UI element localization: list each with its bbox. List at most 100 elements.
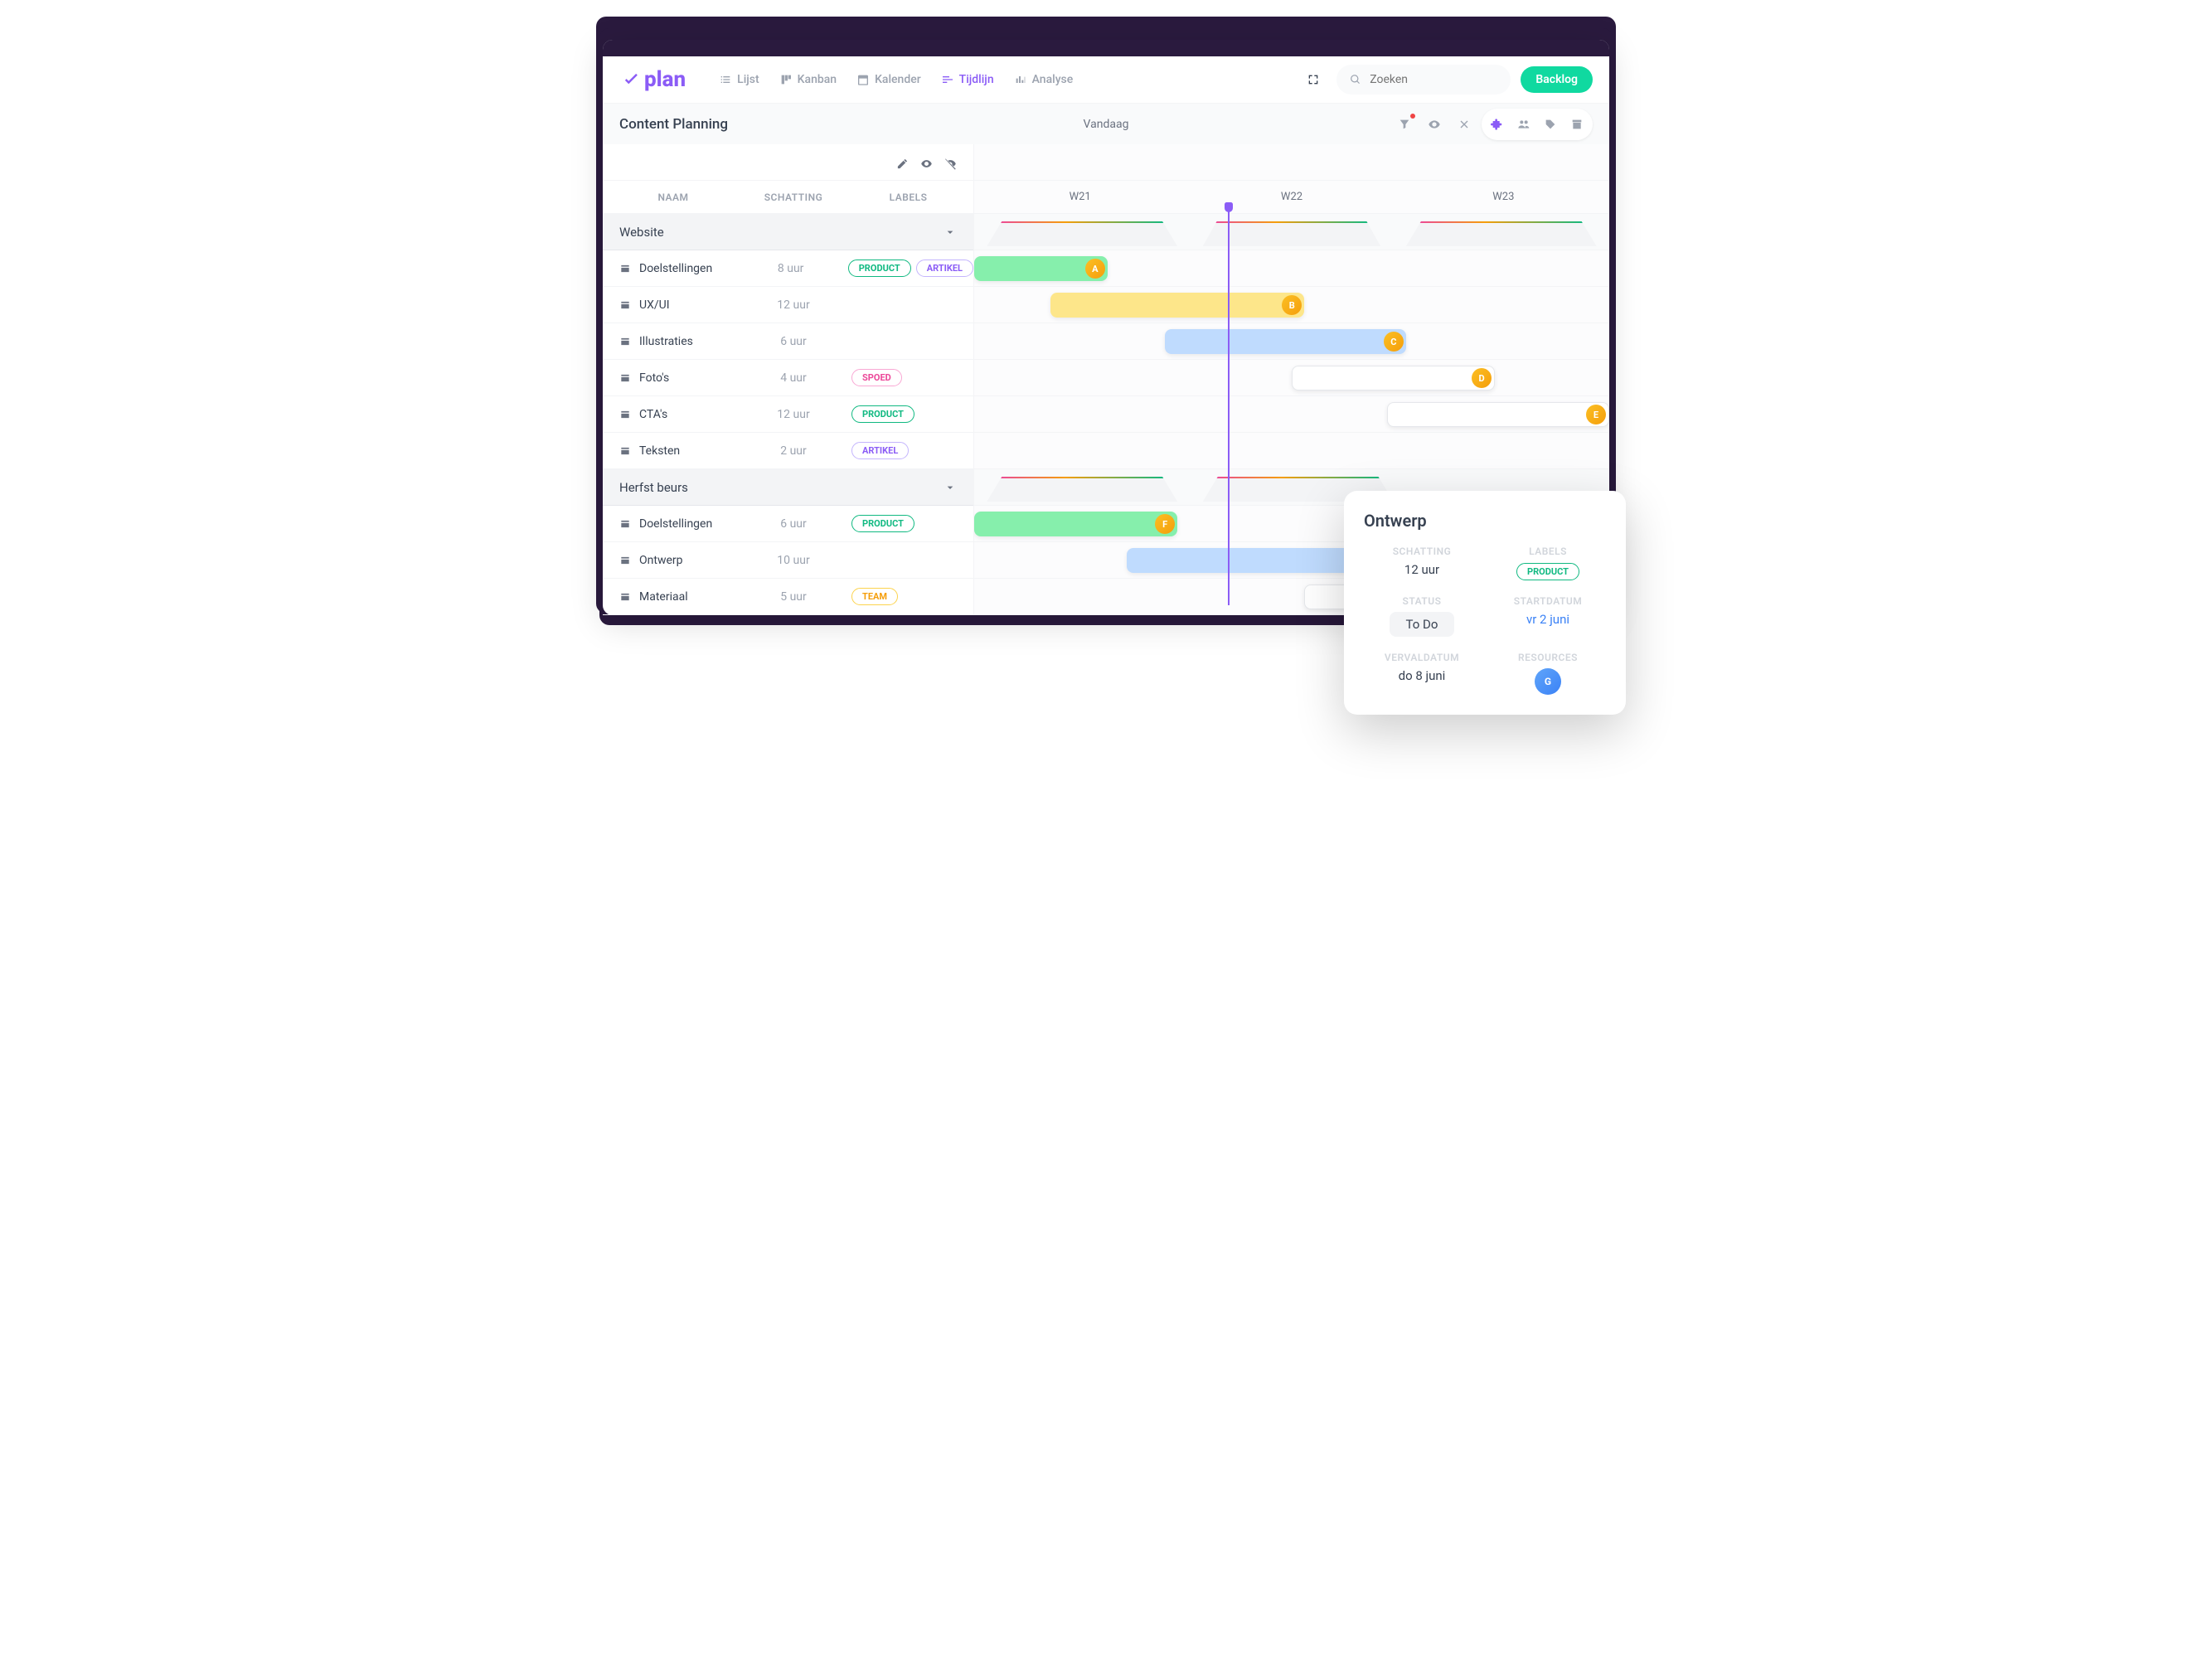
popover-avatar[interactable]: G: [1535, 668, 1561, 695]
avatar: C: [1384, 332, 1404, 352]
card-icon: [619, 263, 631, 274]
eye-icon[interactable]: [920, 158, 933, 170]
nav-analyse-label: Analyse: [1032, 73, 1074, 86]
task-name: Illustraties: [639, 335, 693, 348]
task-bar[interactable]: B: [1050, 293, 1304, 318]
nav-kalender[interactable]: Kalender: [856, 73, 921, 86]
task-row[interactable]: CTA's 12 uur PRODUCT: [603, 396, 973, 433]
nav-tijdlijn-label: Tijdlijn: [959, 73, 994, 86]
task-row[interactable]: Foto's 4 uur SPOED: [603, 360, 973, 396]
card-icon: [619, 445, 631, 457]
task-row[interactable]: Illustraties 6 uur: [603, 323, 973, 360]
group-name: Herfst beurs: [619, 480, 943, 495]
card-icon: [619, 555, 631, 566]
group-herfst-beurs[interactable]: Herfst beurs: [603, 469, 973, 506]
label-pill: PRODUCT: [848, 260, 911, 277]
card-icon: [619, 372, 631, 384]
week-header: W23: [1398, 181, 1609, 213]
puzzle-button[interactable]: [1485, 112, 1510, 137]
popover-schatting-value: 12 uur: [1364, 562, 1480, 577]
chart-icon: [1014, 73, 1027, 86]
card-icon: [619, 336, 631, 347]
task-popover: Ontwerp SCHATTING 12 uur LABELS PRODUCT …: [1344, 491, 1626, 715]
col-header-name: NAAM: [603, 192, 744, 203]
logo-text: plan: [644, 67, 686, 92]
tag-icon: [1544, 118, 1557, 131]
task-estimate: 4 uur: [744, 371, 843, 385]
kanban-icon: [779, 73, 793, 86]
logo[interactable]: plan: [619, 67, 686, 92]
col-header-estimate: SCHATTING: [744, 192, 843, 203]
task-row[interactable]: Materiaal 5 uur TEAM: [603, 579, 973, 615]
nav-tijdlijn[interactable]: Tijdlijn: [941, 73, 994, 86]
eye-off-icon[interactable]: [944, 158, 957, 170]
nav-kalender-label: Kalender: [875, 73, 921, 86]
task-estimate: 10 uur: [744, 554, 843, 567]
today-link[interactable]: Vandaag: [1084, 118, 1129, 131]
topbar: plan Lijst Kanban Kalender Tijdlijn: [603, 56, 1609, 103]
popover-startdatum-value[interactable]: vr 2 juni: [1490, 612, 1606, 627]
task-estimate: 5 uur: [744, 590, 843, 604]
card-icon: [619, 299, 631, 311]
popover-title: Ontwerp: [1364, 511, 1606, 531]
task-name: Doelstellingen: [639, 517, 712, 531]
task-bar[interactable]: E: [1387, 402, 1609, 427]
task-row[interactable]: Doelstellingen 8 uur PRODUCTARTIKEL: [603, 250, 973, 287]
group-website[interactable]: Website: [603, 214, 973, 250]
task-estimate: 2 uur: [744, 444, 843, 458]
task-estimate: 12 uur: [744, 408, 843, 421]
search-icon: [1350, 73, 1361, 86]
avatar: D: [1472, 368, 1492, 388]
tools-button[interactable]: [1452, 112, 1477, 137]
avatar: F: [1155, 514, 1175, 534]
group-name: Website: [619, 225, 943, 240]
task-bar[interactable]: D: [1292, 366, 1495, 390]
popover-startdatum-label: STARTDATUM: [1490, 595, 1606, 607]
task-name: Materiaal: [639, 590, 688, 604]
card-icon: [619, 591, 631, 603]
popover-status-value[interactable]: To Do: [1390, 612, 1455, 637]
task-row[interactable]: UX/UI 12 uur: [603, 287, 973, 323]
task-estimate: 8 uur: [742, 262, 840, 275]
label-pill: PRODUCT: [851, 515, 914, 532]
nav: Lijst Kanban Kalender Tijdlijn Analyse: [719, 73, 1073, 86]
card-icon: [619, 518, 631, 530]
label-pill: SPOED: [851, 369, 902, 386]
task-row[interactable]: Doelstellingen 6 uur PRODUCT: [603, 506, 973, 542]
task-bar[interactable]: F: [974, 512, 1177, 536]
search-box[interactable]: [1336, 65, 1511, 95]
filter-button[interactable]: [1392, 112, 1417, 137]
backlog-button[interactable]: Backlog: [1521, 66, 1593, 93]
chevron-down-icon: [943, 226, 957, 239]
eye-icon: [1428, 118, 1441, 131]
col-header-labels: LABELS: [843, 192, 973, 203]
edit-icon[interactable]: [896, 158, 909, 170]
task-estimate: 6 uur: [744, 335, 843, 348]
nav-analyse[interactable]: Analyse: [1014, 73, 1074, 86]
task-bar[interactable]: C: [1165, 329, 1406, 354]
tag-button[interactable]: [1538, 112, 1563, 137]
team-button[interactable]: [1511, 112, 1536, 137]
task-name: Ontwerp: [639, 554, 683, 567]
fullscreen-button[interactable]: [1300, 66, 1327, 93]
popover-status-label: STATUS: [1364, 595, 1480, 607]
popover-resources-label: RESOURCES: [1490, 652, 1606, 663]
task-estimate: 6 uur: [744, 517, 843, 531]
calendar-icon: [856, 73, 870, 86]
task-row[interactable]: Teksten 2 uur ARTIKEL: [603, 433, 973, 469]
label-pill: PRODUCT: [851, 405, 914, 423]
visibility-button[interactable]: [1422, 112, 1447, 137]
task-row[interactable]: Ontwerp 10 uur: [603, 542, 973, 579]
nav-kanban-label: Kanban: [798, 73, 837, 86]
logo-check-icon: [619, 67, 644, 92]
search-input[interactable]: [1370, 73, 1497, 86]
card-icon: [619, 409, 631, 420]
users-icon: [1517, 118, 1530, 131]
archive-button[interactable]: [1564, 112, 1589, 137]
task-bar[interactable]: A: [974, 256, 1108, 281]
puzzle-icon: [1491, 118, 1504, 131]
nav-lijst[interactable]: Lijst: [719, 73, 759, 86]
popover-vervaldatum-label: VERVALDATUM: [1364, 652, 1480, 663]
nav-kanban[interactable]: Kanban: [779, 73, 837, 86]
popover-labels-label: LABELS: [1490, 546, 1606, 557]
